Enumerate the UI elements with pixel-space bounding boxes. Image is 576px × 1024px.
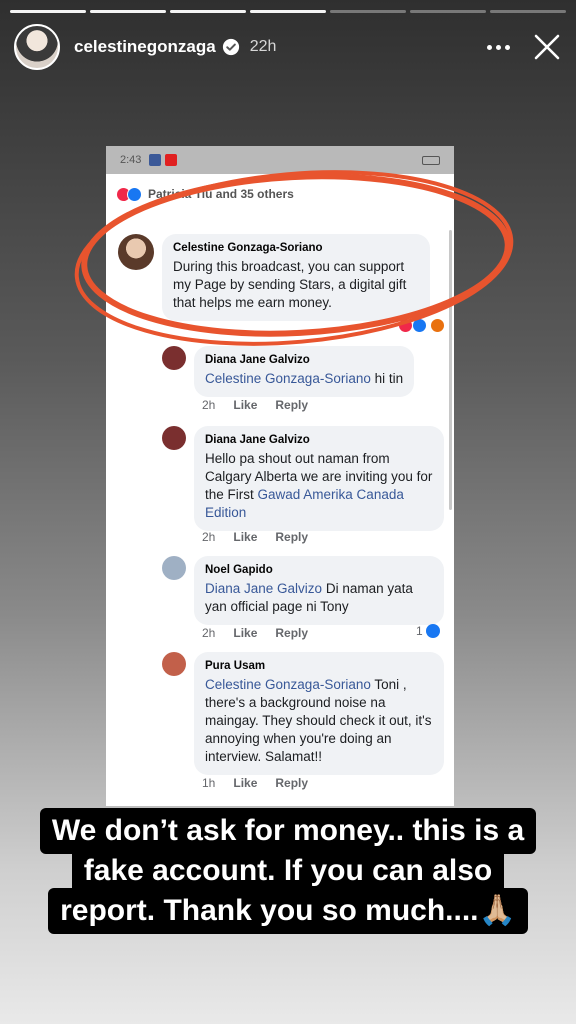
comment-bubble: Diana Jane Galvizo Celestine Gonzaga-Sor… [194, 346, 415, 397]
progress-segment [10, 10, 86, 13]
commenter-name[interactable]: Noel Gapido [205, 564, 433, 576]
commenter-avatar[interactable] [162, 556, 186, 580]
like-reaction-icon [127, 186, 142, 202]
commenter-name[interactable]: Pura Usam [205, 660, 433, 672]
comment: Pura Usam Celestine Gonzaga-Soriano Toni… [162, 652, 444, 775]
progress-segment [170, 10, 246, 13]
more-options-icon[interactable] [487, 44, 510, 50]
comment: Noel Gapido Diana Jane Galvizo Di naman … [162, 556, 444, 625]
comment-bubble: Diana Jane Galvizo Hello pa shout out na… [194, 426, 444, 531]
progress-segment [250, 10, 326, 13]
progress-segment [90, 10, 166, 13]
mention-link[interactable]: Celestine Gonzaga-Soriano [205, 677, 371, 692]
battery-icon [422, 155, 440, 165]
time-ago: 22h [249, 38, 277, 55]
embedded-screenshot: 2:43 Patricia Tiu and 35 others Celestin… [106, 146, 454, 806]
like-button[interactable]: Like [233, 776, 257, 790]
comment-text: Diana Jane Galvizo Di naman yata yan off… [205, 581, 413, 614]
commenter-name[interactable]: Diana Jane Galvizo [205, 354, 403, 366]
comment: Diana Jane Galvizo Celestine Gonzaga-Sor… [162, 346, 415, 397]
comment-like-count[interactable]: 1 [416, 624, 440, 638]
facebook-icon [149, 154, 162, 166]
like-reaction-icon [412, 318, 427, 333]
angry-reaction-icon [430, 318, 445, 333]
progress-segment [330, 10, 406, 13]
reply-button[interactable]: Reply [275, 776, 308, 790]
comment-text: During this broadcast, you can support m… [173, 259, 407, 310]
close-icon[interactable] [532, 32, 562, 62]
comment-bubble: Pura Usam Celestine Gonzaga-Soriano Toni… [194, 652, 444, 775]
reactions-bar[interactable]: Patricia Tiu and 35 others [116, 184, 444, 204]
comment-bubble: Noel Gapido Diana Jane Galvizo Di naman … [194, 556, 444, 625]
story-caption: We don’t ask for money.. this is a fake … [18, 808, 558, 934]
comment-text: Celestine Gonzaga-Soriano Toni , there's… [205, 677, 432, 764]
comment-text: Celestine Gonzaga-Soriano hi tin [205, 371, 404, 386]
commenter-name[interactable]: Diana Jane Galvizo [205, 434, 433, 446]
comment-actions: 1h Like Reply [202, 776, 308, 790]
like-button[interactable]: Like [233, 530, 257, 544]
mention-link[interactable]: Celestine Gonzaga-Soriano [205, 371, 371, 386]
avatar[interactable] [14, 24, 60, 70]
comment: Celestine Gonzaga-Soriano During this br… [118, 234, 430, 321]
status-time: 2:43 [120, 154, 142, 166]
reactions-text: Patricia Tiu and 35 others [148, 187, 294, 201]
story-header: celestinegonzaga 22h [14, 22, 562, 72]
comment-text: Hello pa shout out naman from Calgary Al… [205, 451, 433, 520]
reply-button[interactable]: Reply [275, 530, 308, 544]
comment-time: 1h [202, 776, 216, 790]
progress-segment [490, 10, 566, 13]
comment-time: 2h [202, 626, 216, 640]
comment: Diana Jane Galvizo Hello pa shout out na… [162, 426, 444, 531]
commenter-avatar[interactable] [162, 426, 186, 450]
username[interactable]: celestinegonzaga [74, 37, 216, 57]
comment-time: 2h [202, 398, 216, 412]
commenter-avatar[interactable] [162, 652, 186, 676]
like-button[interactable]: Like [233, 398, 257, 412]
reply-button[interactable]: Reply [275, 398, 308, 412]
reply-button[interactable]: Reply [275, 626, 308, 640]
mention-link[interactable]: Diana Jane Galvizo [205, 581, 322, 596]
story-progress [10, 10, 566, 13]
commenter-avatar[interactable] [162, 346, 186, 370]
comment-actions: 2h Like Reply [202, 530, 308, 544]
phone-status-bar: 2:43 [106, 146, 454, 174]
progress-segment [410, 10, 486, 13]
comment-time: 2h [202, 530, 216, 544]
like-reaction-icon [425, 624, 440, 638]
caption-line: report. Thank you so much....🙏🏼 [48, 888, 528, 934]
heart-reaction-icon [398, 318, 413, 333]
like-button[interactable]: Like [233, 626, 257, 640]
comment-actions: 2h Like Reply [202, 626, 308, 640]
commenter-name[interactable]: Celestine Gonzaga-Soriano [173, 242, 419, 254]
comment-reactions[interactable] [398, 318, 445, 333]
youtube-icon [165, 154, 178, 166]
comment-bubble: Celestine Gonzaga-Soriano During this br… [162, 234, 430, 321]
scrollbar[interactable] [449, 230, 452, 510]
comment-actions: 2h Like Reply [202, 398, 308, 412]
verified-badge-icon [222, 38, 239, 56]
commenter-avatar[interactable] [118, 234, 154, 270]
